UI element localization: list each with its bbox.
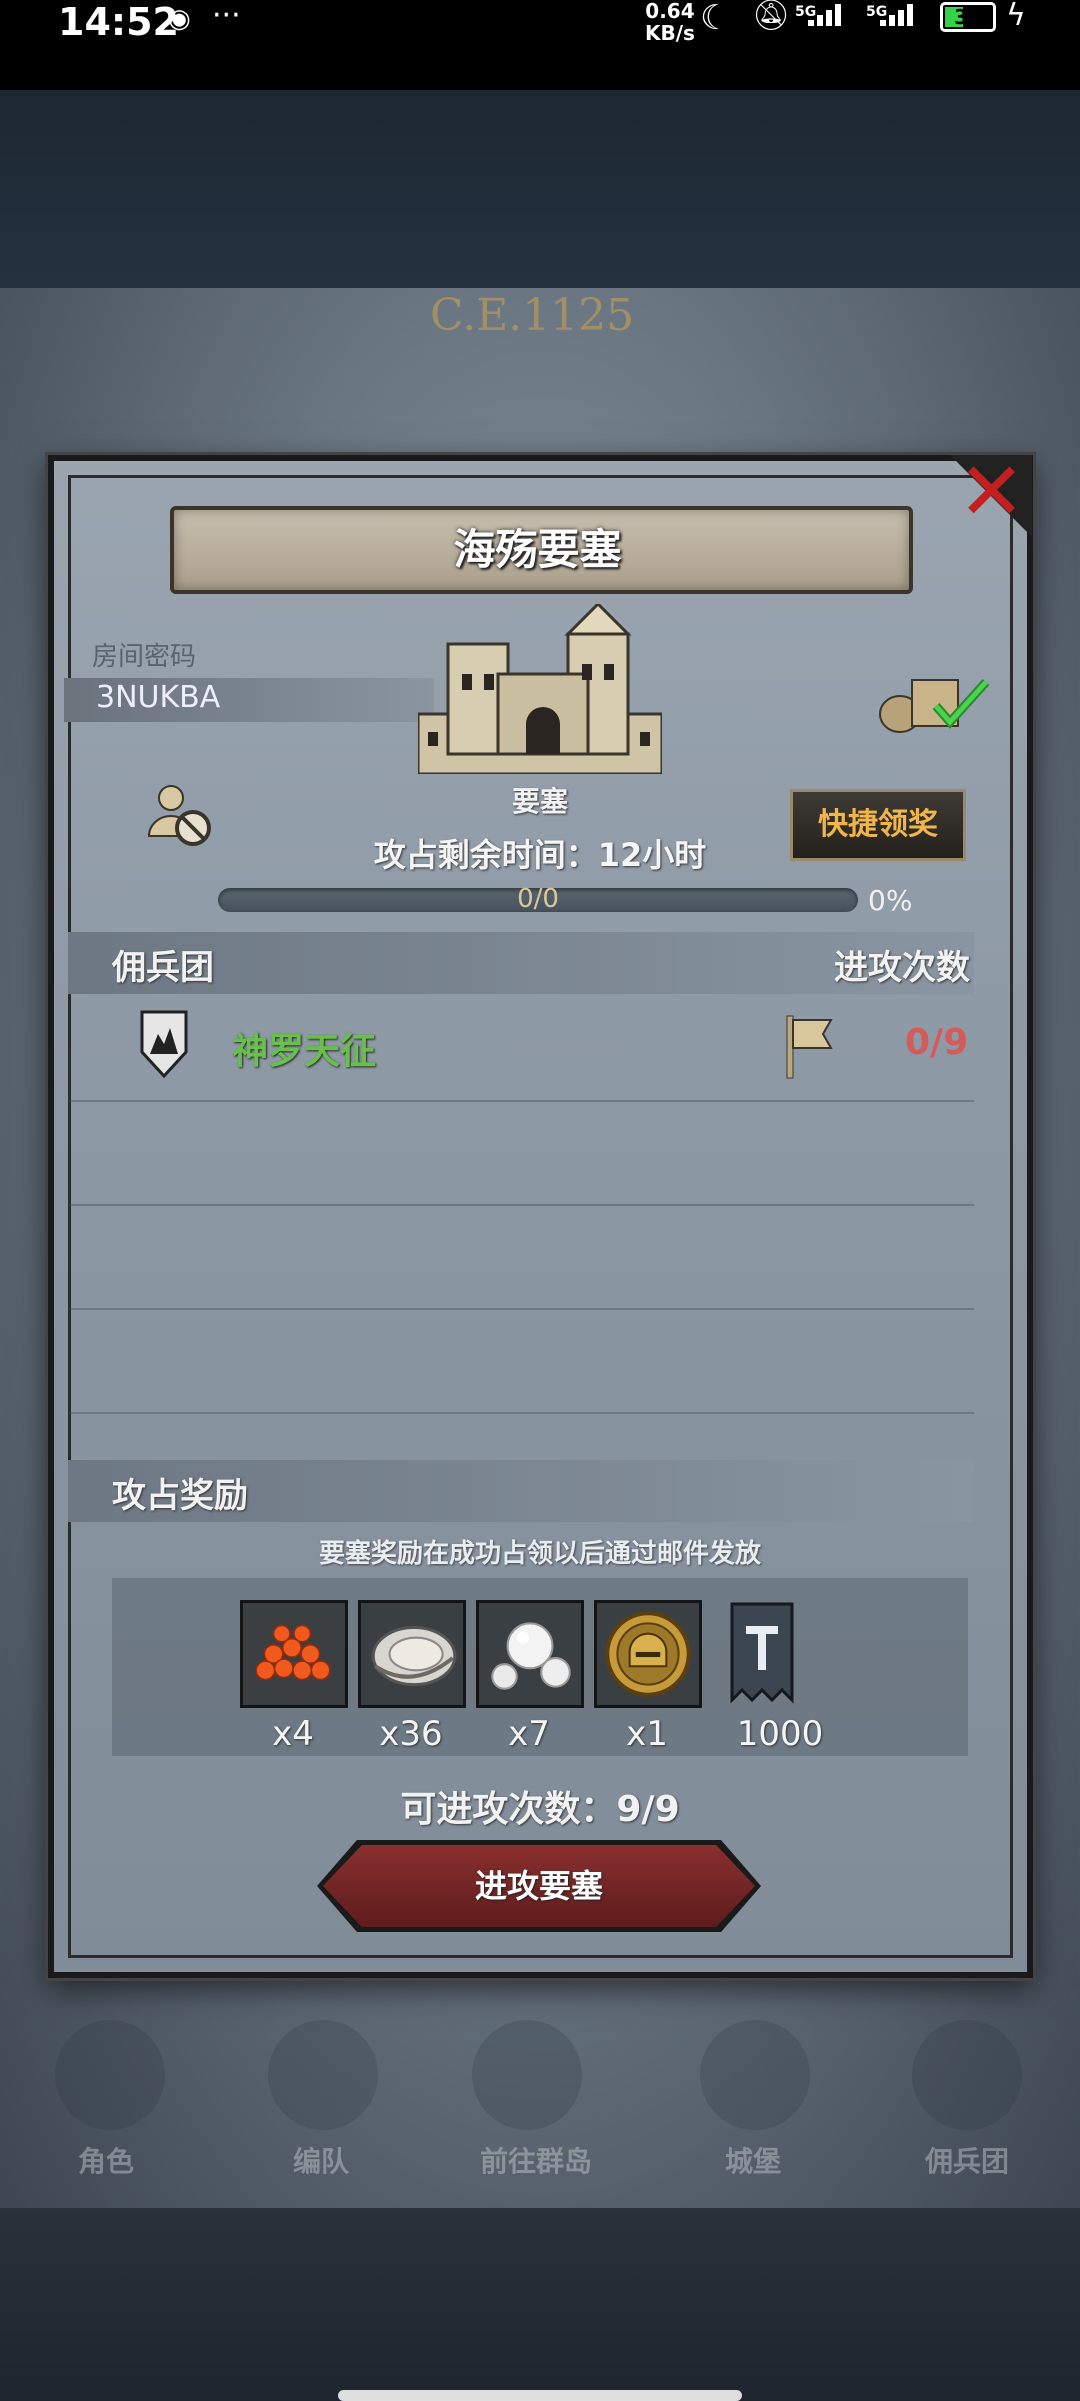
top-backdrop [0, 90, 1080, 288]
oyster-icon[interactable] [358, 1600, 466, 1708]
net-speed-unit: KB/s [645, 21, 695, 45]
nav-castle[interactable]: 城堡 [725, 2140, 781, 2180]
battery-level: 39 [954, 5, 982, 29]
rewards-note: 要塞奖励在成功占领以后通过邮件发放 [318, 1539, 761, 1569]
progress-text: 0/0 [517, 884, 559, 914]
fortress-icon [418, 604, 662, 774]
mercenary-shield-icon [140, 1010, 188, 1078]
attack-fortress-button[interactable]: 进攻要塞 [323, 1845, 755, 1927]
banner-icon[interactable] [722, 1600, 802, 1708]
nav-formation-icon [268, 2020, 378, 2130]
app-notification-icon: ◉ [168, 4, 191, 34]
mercenary-attack-count: 0/9 [905, 1022, 969, 1063]
mute-bell-icon: 🔕︎ [752, 0, 791, 33]
empty-row [68, 1100, 974, 1206]
quick-claim-button[interactable]: 快捷领奖 [790, 789, 966, 861]
reward-count: x4 [272, 1714, 314, 1754]
reward-count: x7 [508, 1714, 550, 1754]
net-speed-value: 0.64 [645, 0, 695, 23]
rewards-header: 攻占奖励 [112, 1476, 248, 1516]
nav-islands-icon [472, 2020, 582, 2130]
home-indicator[interactable] [338, 2390, 742, 2401]
no-user-icon[interactable] [145, 780, 215, 850]
nav-castle-icon [700, 2020, 810, 2130]
mercenary-header: 佣兵团 [112, 948, 214, 988]
era-label: C.E.1125 [430, 290, 635, 341]
more-dots-icon: ··· [212, 0, 241, 33]
attack-count-header: 进攻次数 [834, 948, 970, 988]
battery-icon: 39 [940, 2, 996, 32]
nav-mercenary-icon [912, 2020, 1022, 2130]
nav-islands[interactable]: 前往群岛 [480, 2140, 592, 2180]
empty-row [68, 1412, 974, 1458]
nav-character-icon [55, 2020, 165, 2130]
reward-claimed-icon[interactable] [876, 666, 996, 736]
flag-icon [786, 1015, 833, 1079]
reward-count: x1 [626, 1714, 668, 1754]
reward-count: 1000 [736, 1714, 824, 1754]
progress-percent: 0% [868, 884, 913, 917]
nav-character[interactable]: 角色 [78, 2140, 134, 2180]
reward-count: x36 [379, 1714, 443, 1754]
empty-row [68, 1204, 974, 1310]
clock: 14:52 [58, 0, 179, 44]
empty-row [68, 1308, 974, 1414]
helmet-medal-icon[interactable] [594, 1600, 702, 1708]
mercenary-row[interactable] [68, 996, 974, 1102]
bottom-backdrop [0, 2208, 1080, 2401]
close-icon[interactable]: ✕ [958, 452, 1025, 532]
remaining-attempts: 可进攻次数：9/9 [400, 1789, 680, 1830]
nav-formation[interactable]: 编队 [293, 2140, 349, 2180]
moon-icon: ☾ [700, 0, 731, 38]
net-speed: 0.64 KB/s [645, 0, 695, 44]
room-password-label: 房间密码 [92, 642, 197, 672]
caviar-icon[interactable] [240, 1600, 348, 1708]
nav-mercenary[interactable]: 佣兵团 [925, 2140, 1009, 2180]
dialog-title: 海殇要塞 [453, 525, 622, 574]
status-bar: 14:52 ◉ ··· 0.64 KB/s ☾ 🔕︎ 5G 5G 39 ϟ [0, 0, 1080, 90]
pearl-icon[interactable] [476, 1600, 584, 1708]
mercenary-name[interactable]: 神罗天征 [232, 1022, 376, 1074]
room-code[interactable]: 3NUKBA [96, 680, 220, 715]
signal-bars-2-icon [880, 4, 920, 26]
signal-bars-1-icon [808, 4, 848, 26]
charging-icon: ϟ [1006, 0, 1026, 33]
